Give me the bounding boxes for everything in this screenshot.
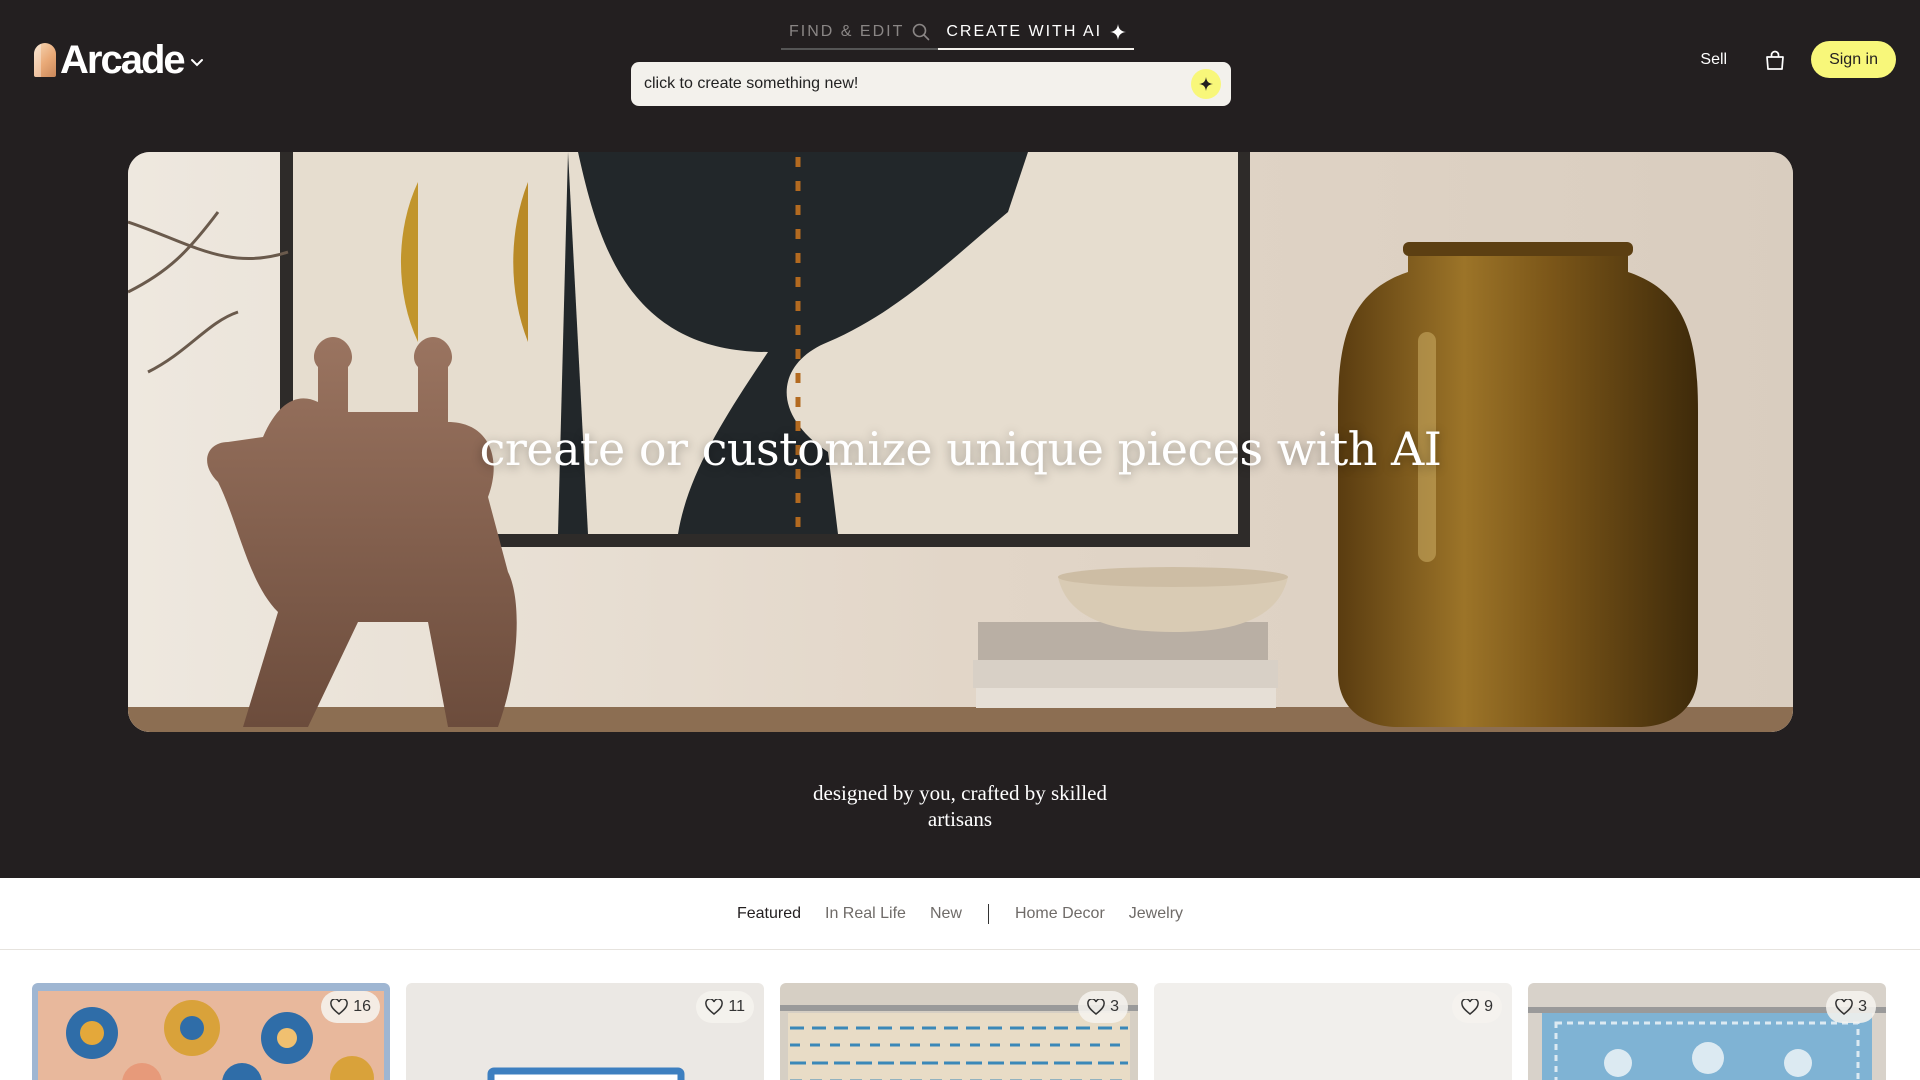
like-count: 11	[728, 998, 745, 1015]
create-prompt-input[interactable]: click to create something new!	[631, 62, 1231, 106]
hero-tagline: designed by you, crafted by skilled arti…	[0, 780, 1920, 832]
product-card[interactable]: 16	[32, 983, 390, 1080]
tagline-line-2: artisans	[927, 807, 993, 831]
heart-icon	[330, 999, 349, 1015]
filter-home-decor[interactable]: Home Decor	[1015, 905, 1105, 923]
product-card[interactable]: 9	[1154, 983, 1512, 1080]
arcade-logo[interactable]: Arcade	[34, 40, 204, 80]
filter-divider	[987, 903, 989, 924]
mode-tabs: FIND & EDIT CREATE WITH AI	[781, 16, 1135, 50]
catalog-section: Featured In Real Life New Home Decor Jew…	[0, 878, 1920, 1080]
hero-title: create or customize unique pieces with A…	[479, 422, 1442, 476]
sparkle-icon	[1199, 77, 1213, 91]
tab-create-with-ai-label: CREATE WITH AI	[946, 23, 1103, 40]
product-grid: 16 11 3 9 3	[32, 983, 1886, 1080]
like-button[interactable]: 3	[1826, 991, 1876, 1023]
heart-icon	[705, 999, 724, 1015]
tagline-line-1: designed by you, crafted by skilled	[813, 781, 1107, 805]
shopping-bag-icon	[1766, 50, 1784, 70]
like-count: 3	[1858, 998, 1867, 1015]
search-icon	[913, 23, 930, 41]
tab-find-edit-label: FIND & EDIT	[789, 23, 905, 40]
sell-link[interactable]: Sell	[1700, 51, 1727, 69]
tab-create-with-ai[interactable]: CREATE WITH AI	[938, 16, 1135, 50]
filter-new[interactable]: New	[930, 905, 962, 923]
header-actions: Sell Sign in	[1700, 41, 1896, 78]
filter-jewelry[interactable]: Jewelry	[1129, 905, 1183, 923]
create-prompt-placeholder: click to create something new!	[644, 75, 859, 92]
like-count: 3	[1110, 998, 1119, 1015]
filter-in-real-life[interactable]: In Real Life	[825, 905, 906, 923]
heart-icon	[1461, 999, 1479, 1015]
hero-banner: create or customize unique pieces with A…	[128, 152, 1793, 732]
like-button[interactable]: 16	[321, 991, 380, 1023]
product-card[interactable]: 3	[1528, 983, 1886, 1080]
chevron-down-icon	[190, 59, 203, 67]
product-card[interactable]: 11	[406, 983, 764, 1080]
generate-button[interactable]	[1191, 69, 1221, 99]
sign-in-button[interactable]: Sign in	[1811, 41, 1896, 78]
filter-bar: Featured In Real Life New Home Decor Jew…	[0, 878, 1920, 950]
brand-name: Arcade	[60, 38, 186, 82]
like-button[interactable]: 9	[1452, 991, 1502, 1023]
tab-find-edit[interactable]: FIND & EDIT	[781, 16, 939, 50]
like-button[interactable]: 11	[696, 991, 754, 1023]
like-count: 16	[353, 998, 371, 1015]
arcade-logo-icon	[34, 43, 56, 77]
heart-icon	[1835, 999, 1853, 1015]
like-count: 9	[1484, 998, 1493, 1015]
like-button[interactable]: 3	[1078, 991, 1128, 1023]
product-card[interactable]: 3	[780, 983, 1138, 1080]
cart-button[interactable]	[1763, 48, 1787, 72]
filter-featured[interactable]: Featured	[737, 905, 801, 923]
heart-icon	[1087, 999, 1105, 1015]
sparkle-icon	[1110, 24, 1127, 40]
